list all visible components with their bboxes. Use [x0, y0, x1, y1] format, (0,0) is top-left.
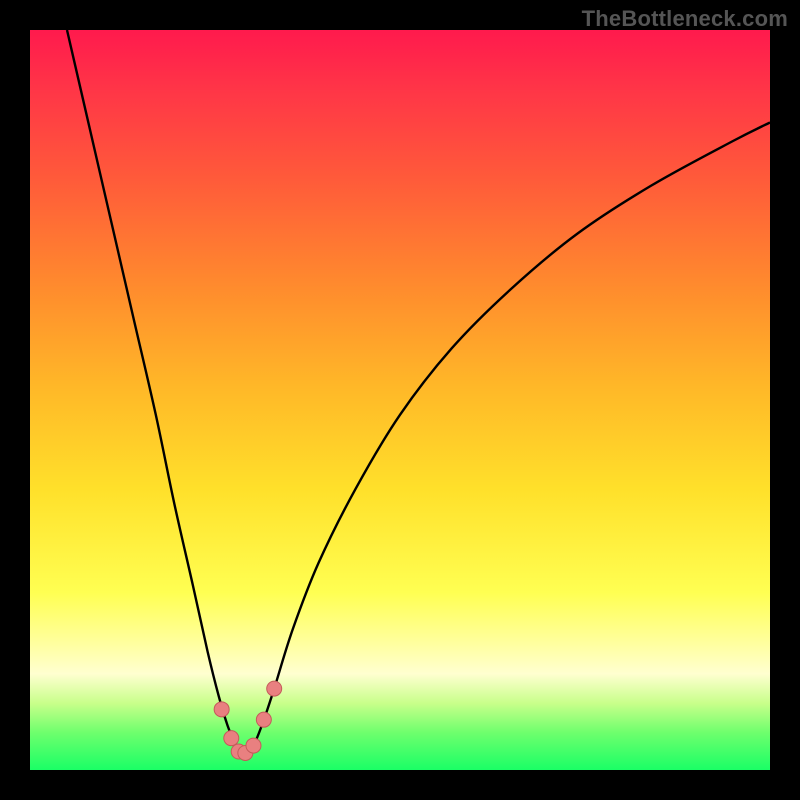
- highlight-marker: [256, 712, 271, 727]
- highlight-marker: [214, 702, 229, 717]
- watermark-text: TheBottleneck.com: [582, 6, 788, 32]
- highlight-marker: [224, 731, 239, 746]
- highlight-marker: [246, 738, 261, 753]
- bottleneck-curve-svg: [30, 30, 770, 770]
- bottleneck-curve-path: [67, 30, 770, 755]
- highlight-marker: [267, 681, 282, 696]
- highlight-markers-group: [214, 681, 282, 760]
